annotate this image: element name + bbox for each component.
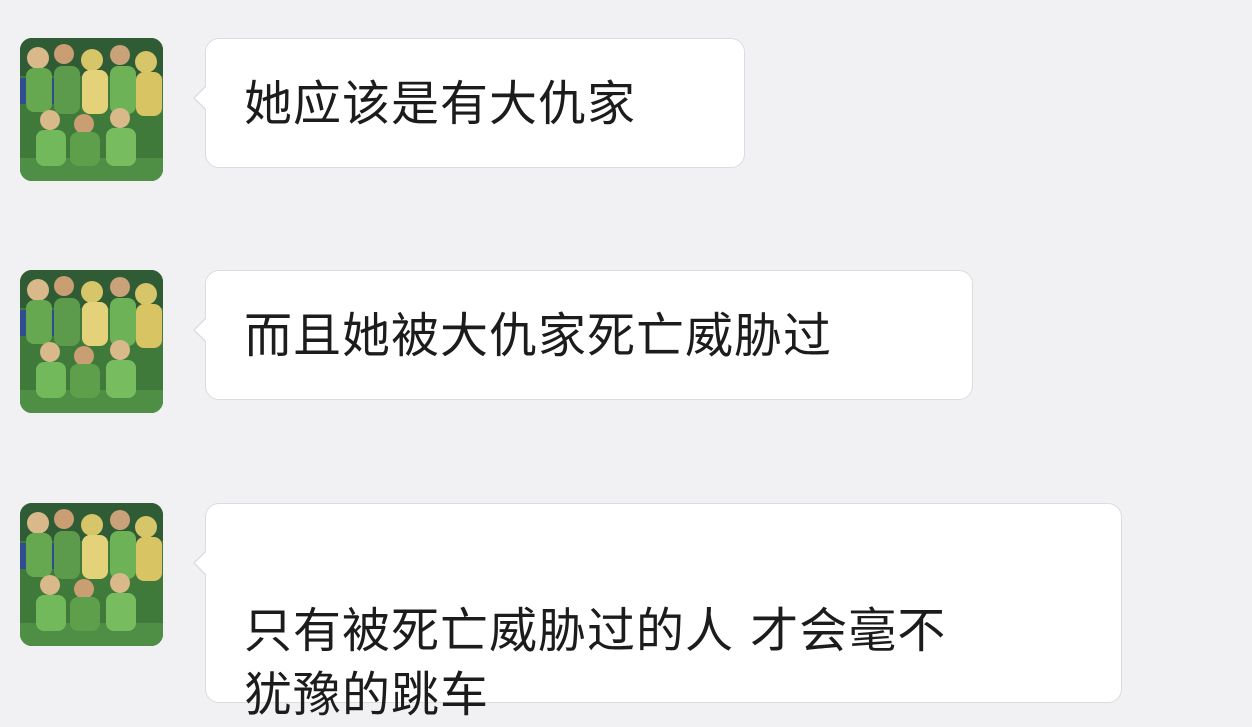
message-bubble[interactable]: 只有被死亡威胁过的人 才会毫不 犹豫的跳车 — [193, 503, 1122, 723]
avatar[interactable] — [20, 270, 163, 413]
group-photo-avatar-image — [20, 270, 163, 413]
avatar[interactable] — [20, 38, 163, 181]
message-text: 而且她被大仇家死亡威胁过 — [244, 308, 833, 364]
message-text: 她应该是有大仇家 — [244, 76, 637, 132]
message-bubble[interactable]: 而且她被大仇家死亡威胁过 — [193, 270, 973, 400]
message-bubble[interactable]: 她应该是有大仇家 — [193, 38, 745, 168]
avatar[interactable] — [20, 503, 163, 646]
chat-message-list: 她应该是有大仇家 而且她被大仇家死亡威胁过 只有被死亡威胁过的人 才会毫不 犹豫… — [0, 0, 1252, 723]
group-photo-avatar-image — [20, 503, 163, 646]
group-photo-avatar-image — [20, 38, 163, 181]
message-text: 只有被死亡威胁过的人 才会毫不 犹豫的跳车 — [244, 603, 947, 723]
